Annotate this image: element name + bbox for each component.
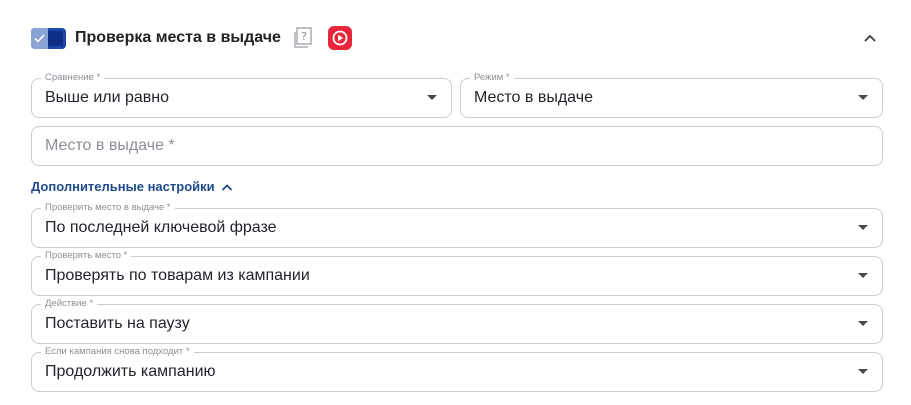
dropdown-arrow-icon [858, 225, 868, 230]
dropdown-arrow-icon [427, 95, 437, 100]
check-icon [31, 28, 48, 49]
advanced-settings-label: Дополнительные настройки [31, 179, 215, 194]
if-fits-again-label: Если кампания снова подходит * [41, 346, 194, 358]
toggle-knob [48, 31, 63, 46]
check-by-label: Проверять место * [41, 250, 132, 262]
check-place-label: Проверить место в выдаче * [41, 202, 175, 214]
mode-select[interactable]: Режим * Место в выдаче [460, 72, 883, 118]
if-fits-again-select[interactable]: Если кампания снова подходит * Продолжит… [31, 346, 883, 392]
section-header: Проверка места в выдаче ? [31, 26, 883, 52]
dropdown-arrow-icon [858, 321, 868, 326]
mode-value: Место в выдаче [474, 89, 593, 106]
action-value: Поставить на паузу [45, 315, 190, 332]
dropdown-arrow-icon [858, 369, 868, 374]
action-label: Действие * [41, 298, 98, 310]
check-by-value: Проверять по товарам из кампании [45, 267, 310, 284]
action-select[interactable]: Действие * Поставить на паузу [31, 298, 883, 344]
if-fits-again-value: Продолжить кампанию [45, 363, 216, 380]
comparison-value: Выше или равно [45, 89, 170, 106]
section-toggle[interactable] [31, 28, 66, 49]
advanced-settings-link[interactable]: Дополнительные настройки [31, 179, 233, 194]
position-input[interactable]: Место в выдаче * [31, 126, 883, 166]
video-play-icon[interactable] [328, 26, 352, 50]
position-placeholder: Место в выдаче * [45, 137, 175, 154]
section-title: Проверка места в выдаче [75, 29, 281, 46]
check-place-value: По последней ключевой фразе [45, 219, 277, 236]
mode-label: Режим * [470, 72, 514, 84]
check-by-select[interactable]: Проверять место * Проверять по товарам и… [31, 250, 883, 296]
comparison-label: Сравнение * [41, 72, 105, 84]
help-square-icon[interactable]: ? [293, 27, 313, 49]
svg-text:?: ? [301, 30, 307, 43]
comparison-select[interactable]: Сравнение * Выше или равно [31, 72, 452, 118]
check-place-select[interactable]: Проверить место в выдаче * По последней … [31, 202, 883, 248]
chevron-up-icon [221, 183, 232, 191]
chevron-up-icon[interactable] [863, 31, 877, 45]
dropdown-arrow-icon [858, 95, 868, 100]
dropdown-arrow-icon [858, 273, 868, 278]
